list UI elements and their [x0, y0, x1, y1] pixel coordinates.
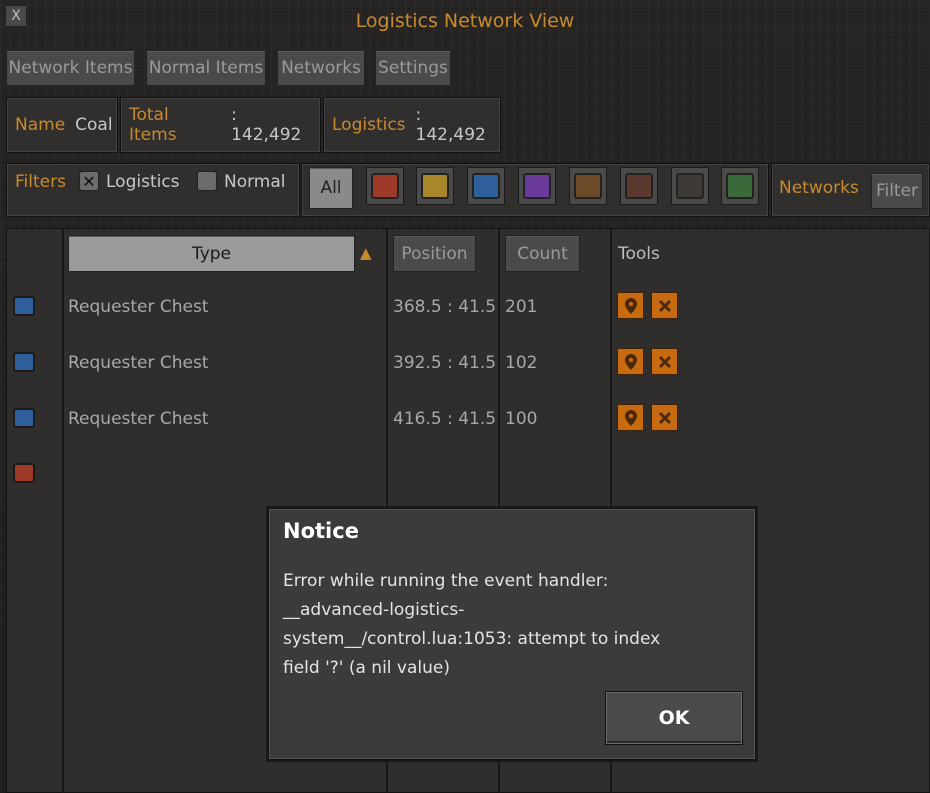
logistic-robot-chest-icon[interactable]	[721, 167, 759, 205]
requester-chest-icon	[13, 408, 35, 428]
total-items-info: Total Items : 142,492	[120, 97, 321, 153]
locate-icon[interactable]	[617, 292, 644, 319]
all-filter-button[interactable]: All	[309, 167, 353, 209]
tab-network-items[interactable]: Network Items	[6, 50, 135, 86]
requester-chest-icon	[13, 296, 35, 316]
table-row-count: 100	[505, 409, 538, 429]
dialog-message-line: Error while running the event handler:	[283, 571, 609, 591]
dialog-message-line: __advanced-logistics-	[283, 600, 465, 620]
type-header-button[interactable]: Type	[68, 235, 355, 272]
requester-chest-icon	[13, 352, 35, 372]
name-info: Name Coal	[6, 97, 118, 153]
dialog-message: Error while running the event handler: _…	[283, 567, 723, 683]
steel-chest-icon[interactable]	[671, 167, 709, 205]
window-title: Logistics Network View	[355, 10, 575, 32]
filters-label: Filters	[15, 172, 66, 192]
ok-button[interactable]: OK	[605, 691, 743, 745]
wooden-chest-icon[interactable]	[569, 167, 607, 205]
dialog-message-line: field '?' (a nil value)	[283, 658, 451, 678]
remove-icon[interactable]	[651, 404, 678, 431]
name-value: Coal	[75, 115, 113, 135]
normal-checkbox[interactable]	[197, 171, 217, 191]
filters-panel: Filters ✕ Logistics Normal	[6, 163, 300, 217]
tools-header: Tools	[618, 244, 660, 264]
total-items-label: Total Items	[129, 105, 177, 145]
logistics-value: : 142,492	[415, 105, 486, 145]
networks-label: Networks	[779, 178, 859, 198]
count-header-button[interactable]: Count	[505, 235, 580, 272]
sort-ascending-icon[interactable]: ▲	[360, 244, 372, 262]
logistics-checkbox[interactable]: ✕	[79, 171, 99, 191]
logistics-label: Logistics	[332, 115, 406, 135]
table-row-position: 368.5 : 41.5	[393, 297, 497, 317]
passive-provider-chest-icon[interactable]	[416, 167, 454, 205]
storage-chest-icon[interactable]	[467, 167, 505, 205]
name-label: Name	[15, 115, 66, 135]
total-items-value: : 142,492	[231, 105, 302, 145]
table-row-type: Requester Chest	[68, 297, 209, 317]
table-row-type: Requester Chest	[68, 409, 209, 429]
logistics-info: Logistics : 142,492	[323, 97, 501, 153]
tab-settings[interactable]: Settings	[375, 50, 451, 86]
remove-icon[interactable]	[651, 292, 678, 319]
table-row-count: 102	[505, 353, 538, 373]
position-header-button[interactable]: Position	[393, 235, 476, 272]
tab-networks[interactable]: Networks	[277, 50, 365, 86]
remove-icon[interactable]	[651, 348, 678, 375]
active-provider-chest-icon	[13, 463, 35, 483]
network-filter-button[interactable]: Filter	[871, 173, 923, 209]
active-provider-chest-icon[interactable]	[366, 167, 404, 205]
locate-icon[interactable]	[617, 404, 644, 431]
iron-chest-icon[interactable]	[620, 167, 658, 205]
tab-normal-items[interactable]: Normal Items	[146, 50, 266, 86]
dialog-title: Notice	[283, 519, 359, 543]
column-divider	[62, 228, 64, 793]
dialog-message-line: system__/control.lua:1053: attempt to in…	[283, 629, 661, 649]
table-row-count: 201	[505, 297, 538, 317]
table-row-type: Requester Chest	[68, 353, 209, 373]
notice-dialog: Notice Error while running the event han…	[268, 508, 756, 760]
table-row-position: 416.5 : 41.5	[393, 409, 497, 429]
logistics-checkbox-label: Logistics	[106, 172, 180, 192]
normal-checkbox-label: Normal	[224, 172, 286, 192]
locate-icon[interactable]	[617, 348, 644, 375]
requester-chest-icon[interactable]	[518, 167, 556, 205]
table-row-position: 392.5 : 41.5	[393, 353, 497, 373]
